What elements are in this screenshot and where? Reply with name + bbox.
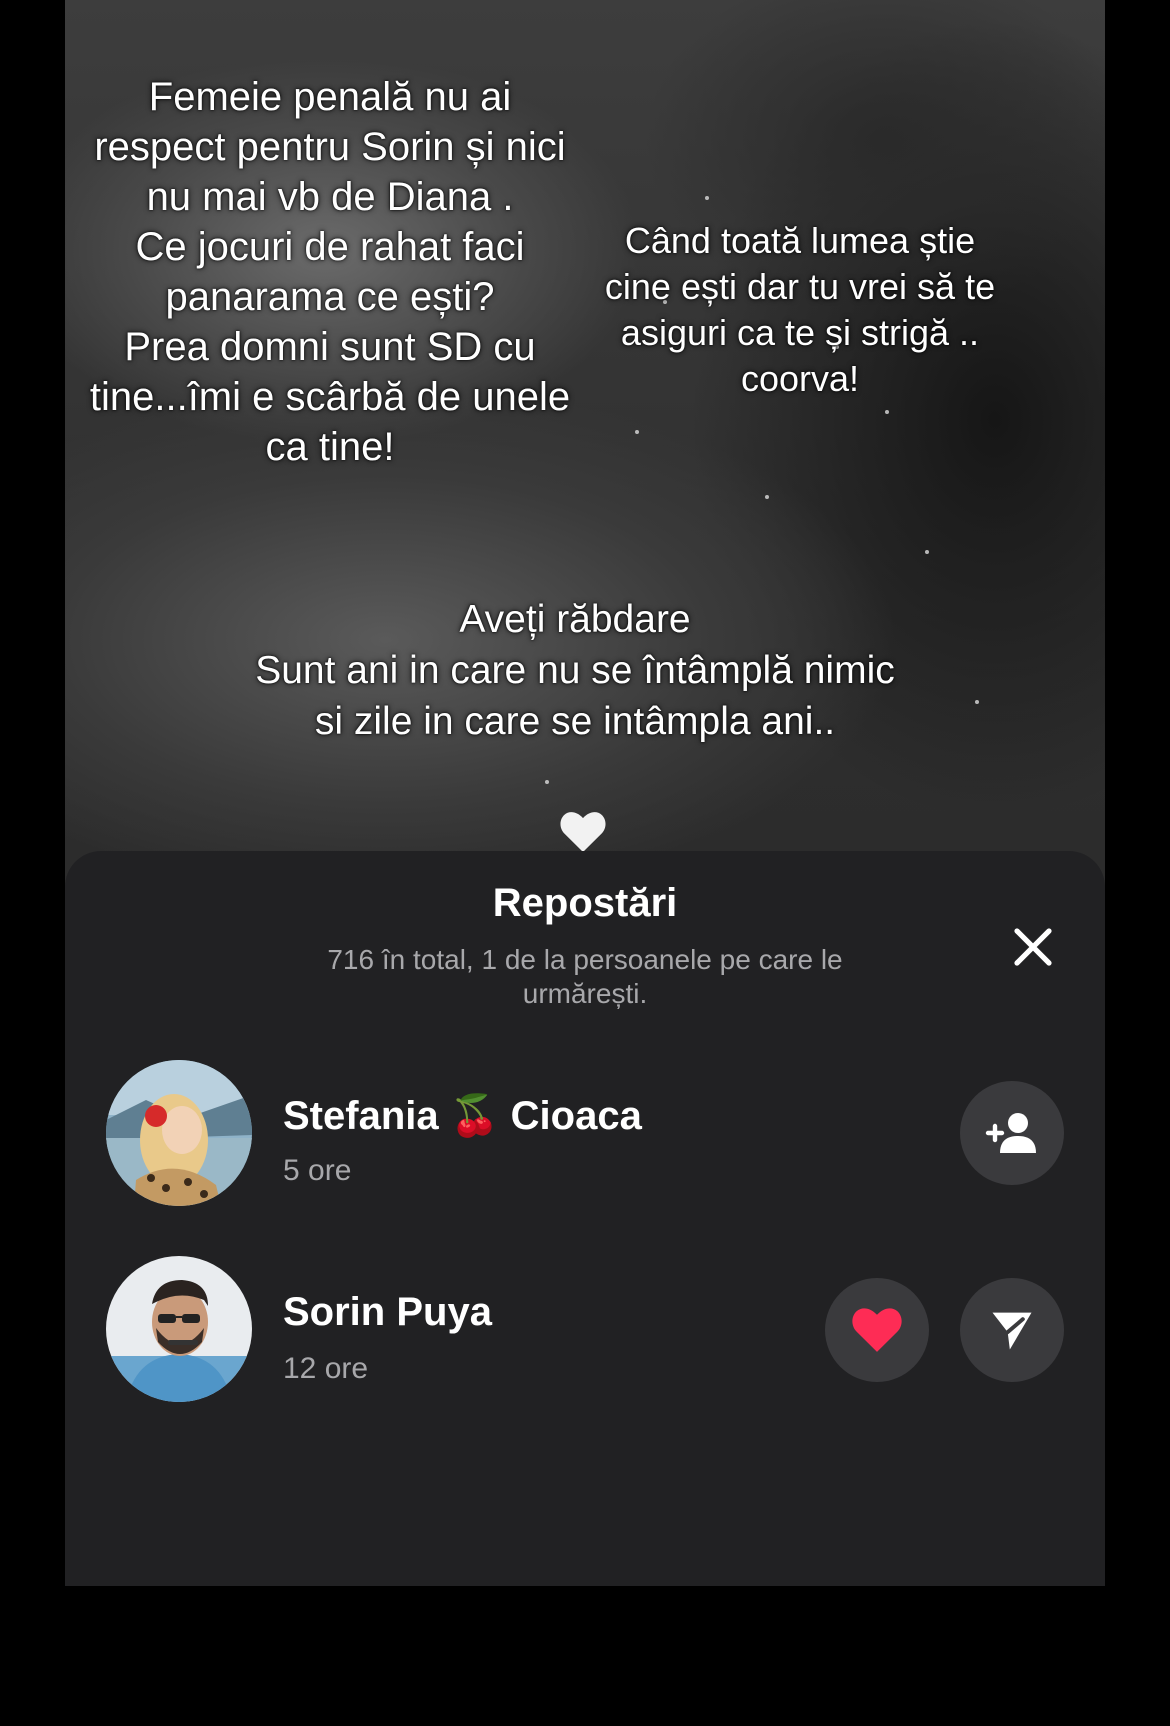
left-overlay-text: Femeie penală nu ai respect pentru Sorin… [65, 72, 595, 472]
text-line: ca tine! [265, 425, 395, 469]
reposts-sheet: Repostări 716 în total, 1 de la persoane… [65, 851, 1105, 1586]
like-button[interactable] [825, 1278, 929, 1382]
text-line: panarama ce ești? [165, 275, 495, 319]
add-user-icon [985, 1113, 1036, 1153]
avatar-image [106, 1060, 252, 1206]
user-name[interactable]: Stefania 🍒 Cioaca [283, 1092, 642, 1139]
text-line: respect pentru Sorin și nici [94, 125, 566, 169]
white-heart-icon [560, 812, 606, 852]
sparkle [545, 780, 549, 784]
sparkle [925, 550, 929, 554]
name-last: Cioaca [510, 1094, 642, 1138]
sparkle [975, 700, 979, 704]
sheet-title: Repostări [492, 881, 678, 925]
text-line: cine ești dar tu vrei să te [604, 266, 996, 307]
sparkle [765, 495, 769, 499]
text-line: asiguri ca te și strigă .. [620, 312, 980, 353]
text-line: Când toată lumea știe [624, 220, 976, 261]
text-line: Sunt ani in care nu se întâmplă nimic [255, 649, 895, 692]
list-item[interactable]: Stefania 🍒 Cioaca 5 ore [65, 1058, 1105, 1208]
sparkle [885, 410, 889, 414]
avatar[interactable] [106, 1256, 252, 1402]
text-line: Ce jocuri de rahat faci [135, 225, 525, 269]
repost-time: 5 ore [283, 1154, 352, 1187]
repost-time: 12 ore [283, 1352, 369, 1385]
right-overlay-text: Când toată lumea știe cine ești dar tu v… [585, 218, 1015, 402]
text-line: tine...îmi e scârbă de unele [89, 375, 571, 419]
sparkle [635, 430, 639, 434]
text-line: coorva! [740, 358, 860, 399]
avatar[interactable] [106, 1060, 252, 1206]
sparkle [705, 196, 709, 200]
send-button[interactable] [960, 1278, 1064, 1382]
text-line: Femeie penală nu ai [148, 75, 512, 119]
send-icon [992, 1312, 1032, 1350]
cherry-emoji: 🍒 [449, 1094, 500, 1138]
sheet-subtitle: 716 în total, 1 de la persoanele pe care… [327, 944, 843, 1009]
text-line: Prea domni sunt SD cu [124, 325, 536, 369]
center-overlay-text: Aveți răbdare Sunt ani in care nu se înt… [235, 594, 915, 747]
heart-icon [852, 1308, 902, 1352]
name-first: Stefania [283, 1094, 439, 1138]
text-line: nu mai vb de Diana . [146, 175, 514, 219]
close-icon[interactable] [1009, 923, 1057, 971]
list-item[interactable]: Sorin Puya 12 ore [65, 1256, 1105, 1406]
text-line: si zile in care se intâmpla ani.. [314, 700, 836, 743]
follow-button[interactable] [960, 1081, 1064, 1185]
avatar-image [106, 1256, 252, 1402]
user-name[interactable]: Sorin Puya [283, 1290, 492, 1335]
text-line: Aveți răbdare [459, 598, 691, 641]
